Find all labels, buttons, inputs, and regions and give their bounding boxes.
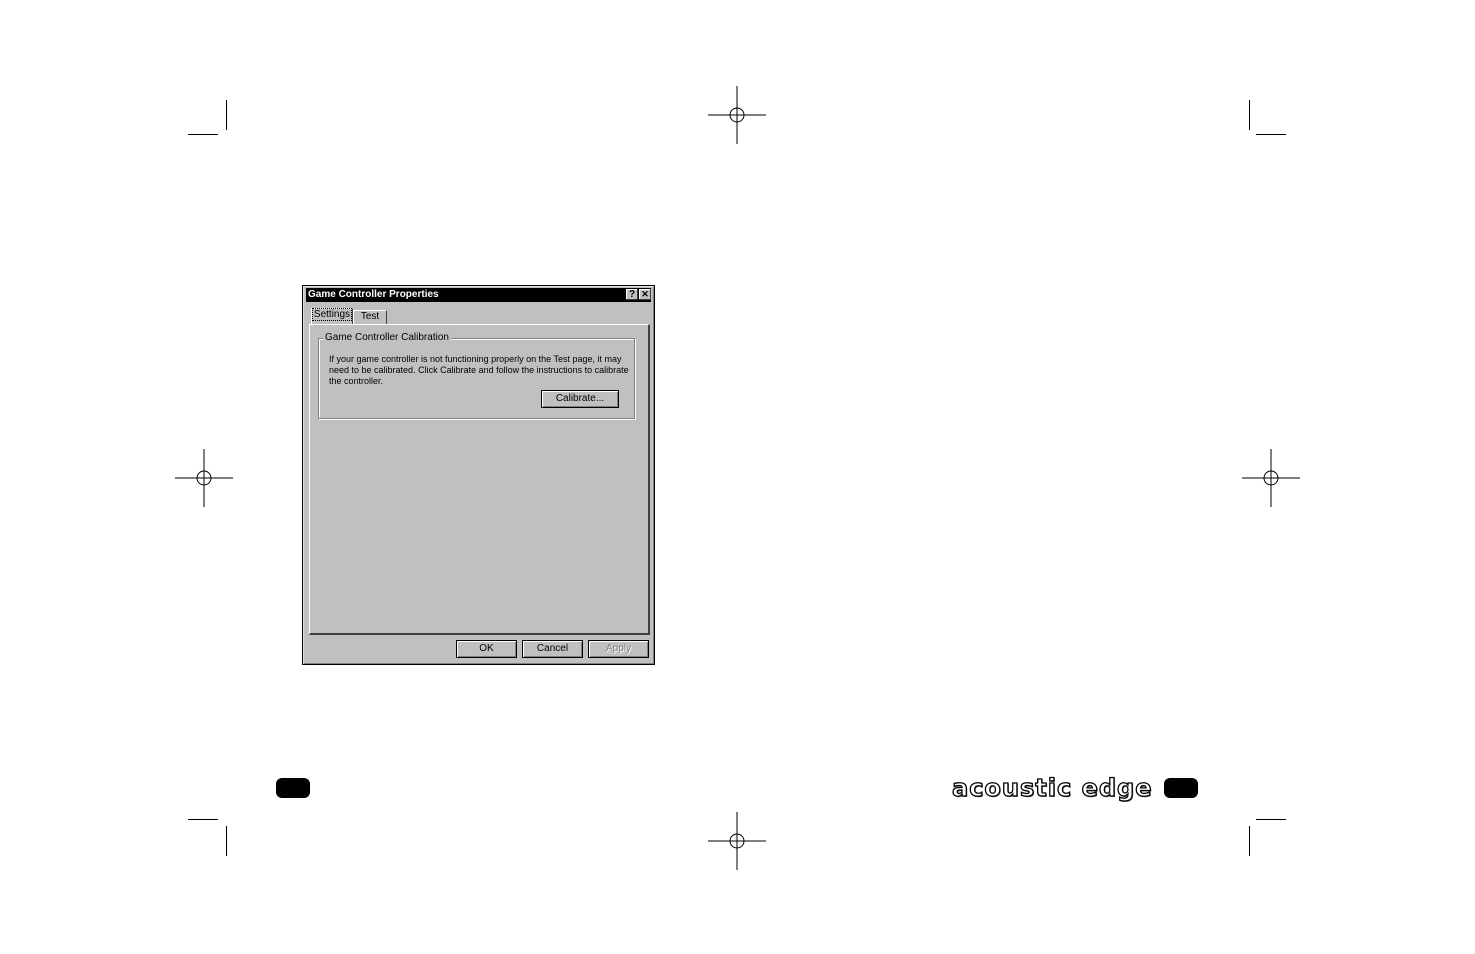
dialog-titlebar[interactable]: Game Controller Properties ? ✕ bbox=[306, 288, 651, 302]
crop-mark-top-left-horizontal bbox=[188, 134, 218, 135]
calibration-instructions: If your game controller is not functioni… bbox=[329, 354, 629, 387]
instruction-line: need to be calibrated. Click Calibrate a… bbox=[329, 365, 629, 375]
crop-mark-bottom-right-vertical bbox=[1249, 826, 1250, 856]
crop-mark-bottom-left-vertical bbox=[226, 826, 227, 856]
instruction-line: the controller. bbox=[329, 376, 384, 386]
crop-mark-top-right-vertical bbox=[1249, 100, 1250, 130]
registration-mark-top bbox=[708, 86, 766, 144]
tab-settings-label: Settings bbox=[311, 308, 353, 321]
crop-mark-top-left-vertical bbox=[226, 100, 227, 130]
registration-mark-right bbox=[1242, 449, 1300, 507]
cancel-button[interactable]: Cancel bbox=[522, 640, 583, 658]
calibration-groupbox: Game Controller Calibration If your game… bbox=[318, 332, 635, 419]
game-controller-properties-dialog: Game Controller Properties ? ✕ Settings … bbox=[302, 285, 655, 665]
crop-mark-top-right-horizontal bbox=[1256, 134, 1286, 135]
tab-test-label: Test bbox=[360, 311, 380, 322]
apply-button[interactable]: Apply bbox=[588, 640, 649, 658]
registration-mark-bottom bbox=[708, 812, 766, 870]
ok-button[interactable]: OK bbox=[456, 640, 517, 658]
help-icon[interactable]: ? bbox=[626, 289, 638, 300]
calibrate-button[interactable]: Calibrate... bbox=[541, 390, 619, 408]
registration-mark-left bbox=[175, 449, 233, 507]
page-number-tab-left bbox=[276, 778, 310, 798]
acoustic-edge-logo: acoustic edge bbox=[951, 773, 1153, 802]
tab-settings[interactable]: Settings bbox=[311, 308, 353, 324]
tab-test[interactable]: Test bbox=[353, 310, 387, 324]
dialog-title: Game Controller Properties bbox=[308, 289, 439, 300]
crop-mark-bottom-left-horizontal bbox=[188, 819, 218, 820]
calibration-group-title: Game Controller Calibration bbox=[323, 332, 451, 344]
settings-panel: Game Controller Calibration If your game… bbox=[309, 324, 650, 635]
crop-mark-bottom-right-horizontal bbox=[1256, 819, 1286, 820]
instruction-line: If your game controller is not functioni… bbox=[329, 354, 622, 364]
close-icon[interactable]: ✕ bbox=[639, 289, 651, 300]
page-number-tab-right bbox=[1164, 778, 1198, 798]
